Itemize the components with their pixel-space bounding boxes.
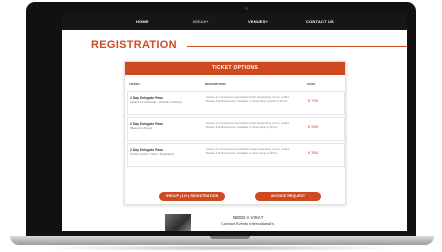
heading-divider [187,46,407,47]
laptop-base [10,236,434,245]
ticket-price: € 595 [308,124,319,129]
promo-image [165,214,191,231]
nav-venues-label: VENUES [248,19,266,24]
ticket-subtitle: (Public sector / NGO / Regulator) [130,152,175,156]
group-registration-button[interactable]: GROUP (10+) REGISTRATION [159,192,225,201]
nav-venues[interactable]: VENUES+ [248,19,268,24]
invoice-request-button[interactable]: INVOICE REQUEST [255,192,321,201]
laptop-shadow [40,245,402,251]
nav-contact-us[interactable]: CONTACT US [306,19,334,24]
laptop-screen: HOME IDEAS+ VENUES+ CONTACT US REGISTRAT… [62,13,407,231]
ticket-options-panel: TICKET OPTIONS TICKET DESCRIPTION COST 2… [124,61,346,205]
ticket-subtitle: (Stand membership - Outside of Africa) [130,100,182,104]
promo-title: NEED A VISA? [233,215,264,220]
column-header-description: DESCRIPTION [205,82,226,86]
ticket-subtitle: (Based in Africa) [130,126,153,130]
promo-text: Contact Events International's [221,221,275,226]
ticket-description: Access To Conference & Exhibition Daily … [206,95,290,103]
nav-ideas-dropdown-marker: + [206,19,209,24]
ticket-row[interactable]: 2 Day Delegate Pass (Based in Africa) Ac… [127,117,345,141]
ticket-options-title: TICKET OPTIONS [125,62,345,75]
ticket-row[interactable]: 2 Day Delegate Pass (Public sector / NGO… [127,143,345,167]
base-notch [210,236,250,239]
ticket-price: € 795 [308,98,319,103]
nav-venues-dropdown-marker: + [265,19,269,24]
ticket-price: € 395 [308,150,319,155]
nav-home[interactable]: HOME [136,19,149,24]
ticket-description: Access To Conference & Exhibition Daily … [206,147,290,155]
ticket-row[interactable]: 2 Day Delegate Pass (Stand membership - … [127,91,345,115]
page-title: REGISTRATION [91,39,177,51]
nav-ideas-label: IDEAS [193,19,207,24]
camera [245,7,248,10]
nav-ideas[interactable]: IDEAS+ [193,19,209,24]
column-header-cost: COST [307,82,316,86]
ticket-description: Access To Conference & Exhibition Daily … [206,121,290,129]
top-nav: HOME IDEAS+ VENUES+ CONTACT US [62,13,407,30]
column-header-ticket: TICKET [129,82,140,86]
